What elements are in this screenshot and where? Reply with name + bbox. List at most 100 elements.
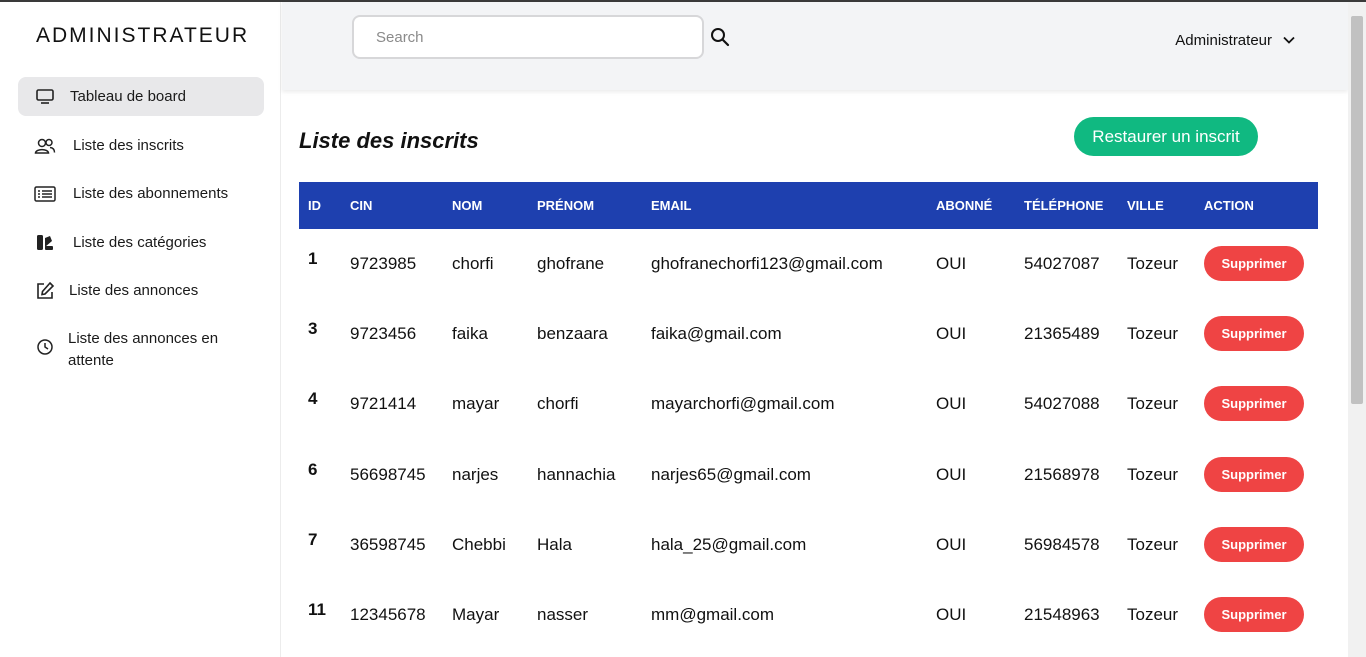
column-header-ville: VILLE	[1127, 198, 1164, 213]
cell-prenom: chorfi	[537, 394, 579, 414]
cell-ville: Tozeur	[1127, 464, 1179, 484]
cell-id: 4	[308, 389, 318, 409]
cell-telephone: 21568978	[1024, 464, 1100, 484]
cell-abonne: OUI	[936, 604, 967, 624]
cell-id: 1	[308, 249, 318, 268]
cell-cin: 9723456	[350, 324, 417, 344]
sidebar-item-inscrits[interactable]: Liste des inscrits	[18, 134, 264, 158]
search-input[interactable]	[352, 15, 704, 59]
categories-icon	[32, 232, 58, 254]
delete-button[interactable]: Supprimer	[1204, 596, 1304, 632]
cell-id: 3	[308, 319, 318, 339]
column-header-action: ACTION	[1204, 198, 1254, 213]
column-header-nom: NOM	[452, 198, 483, 213]
cell-cin: 9723985	[350, 254, 417, 273]
column-header-abonne: ABONNÉ	[936, 198, 993, 213]
cell-email: mm@gmail.com	[651, 604, 775, 624]
cell-abonne: OUI	[936, 254, 967, 273]
column-header-prenom: PRÉNOM	[537, 198, 595, 213]
cell-cin: 36598745	[350, 534, 426, 554]
sidebar-item-abonnements[interactable]: Liste des abonnements	[18, 182, 264, 206]
sidebar-item-categories[interactable]: Liste des catégories	[18, 231, 264, 255]
cell-email: faika@gmail.com	[651, 324, 782, 344]
cell-telephone: 54027088	[1024, 394, 1100, 414]
cell-telephone: 56984578	[1024, 534, 1100, 554]
delete-button[interactable]: Supprimer	[1204, 316, 1304, 352]
cell-nom: mayar	[452, 394, 500, 414]
table-row: 7 36598745 Chebbi Hala hala_25@gmail.com OUI 5…	[299, 510, 1318, 580]
cell-abonne: OUI	[936, 394, 967, 414]
sidebar-item-label: Liste des abonnements	[73, 185, 229, 202]
cell-email: mayarchorfi@gmail.com	[651, 394, 835, 414]
user-name: Administrateur	[1175, 32, 1272, 49]
cell-email: hala_25@gmail.com	[651, 534, 807, 554]
table-header: ID CIN NOM PRÉNOM EMAIL ABONNÉ TÉLÉPHONE…	[299, 182, 1318, 229]
cell-prenom: benzaara	[537, 324, 608, 344]
column-header-email: EMAIL	[651, 198, 692, 213]
scrollbar-thumb[interactable]	[1351, 16, 1363, 404]
list-card-icon	[32, 183, 58, 205]
cell-abonne: OUI	[936, 324, 967, 344]
cell-prenom: ghofrane	[537, 254, 605, 273]
top-header: Administrateur	[282, 2, 1348, 90]
cell-prenom: nasser	[537, 604, 589, 624]
sidebar: ADMINISTRATEUR Tableau de board Liste de…	[0, 2, 281, 657]
cell-email: ghofranechorfi123@gmail.com	[651, 254, 883, 273]
cell-id: 6	[308, 459, 318, 479]
cell-nom: narjes	[452, 464, 499, 484]
cell-telephone: 21548963	[1024, 604, 1100, 624]
sidebar-item-label: Liste des annonces en	[68, 330, 219, 347]
monitor-icon	[32, 86, 58, 108]
table-row: 6 56698745 narjes hannachia narjes65@gmail.c…	[299, 440, 1318, 510]
column-header-cin: CIN	[350, 198, 373, 213]
restore-inscrit-button[interactable]: Restaurer un inscrit	[1074, 117, 1258, 156]
edit-icon	[32, 280, 58, 302]
search-icon[interactable]	[710, 27, 732, 49]
sidebar-item-annonces[interactable]: Liste des annonces	[18, 279, 264, 303]
cell-email: narjes65@gmail.com	[651, 464, 811, 484]
cell-nom: chorfi	[452, 254, 494, 273]
delete-button[interactable]: Supprimer	[1204, 526, 1304, 562]
cell-nom: Chebbi	[452, 534, 506, 554]
brand-title: ADMINISTRATEUR	[36, 24, 250, 47]
sidebar-item-label-line2: attente	[68, 352, 114, 369]
table-row: 1 9723985 chorfi ghofrane ghofranechorfi123@…	[299, 229, 1318, 299]
clock-icon	[32, 336, 58, 358]
cell-prenom: Hala	[537, 534, 572, 554]
chevron-down-icon	[1272, 32, 1296, 49]
cell-cin: 56698745	[350, 464, 426, 484]
cell-ville: Tozeur	[1127, 394, 1179, 414]
sidebar-item-label-wrap: Liste des annonces en attente	[68, 328, 218, 372]
cell-id: 7	[308, 529, 318, 549]
delete-button[interactable]: Supprimer	[1204, 456, 1304, 492]
cell-ville: Tozeur	[1127, 534, 1179, 554]
table-row: 3 9723456 faika benzaara faika@gmail.com OUI 2…	[299, 299, 1318, 369]
column-header-telephone: TÉLÉPHONE	[1024, 198, 1104, 213]
sidebar-item-dashboard[interactable]: Tableau de board	[18, 77, 264, 116]
cell-ville: Tozeur	[1127, 254, 1179, 273]
table-row: 4 9721414 mayar chorfi mayarchorfi@gmail.com…	[299, 369, 1318, 439]
cell-abonne: OUI	[936, 464, 967, 484]
delete-button[interactable]: Supprimer	[1204, 386, 1304, 422]
cell-telephone: 54027087	[1024, 254, 1100, 273]
cell-id: 11	[308, 599, 326, 619]
cell-abonne: OUI	[936, 534, 967, 554]
user-menu[interactable]: Administrateur	[1175, 32, 1296, 49]
cell-prenom: hannachia	[537, 464, 616, 484]
cell-cin: 9721414	[350, 394, 417, 414]
users-icon	[32, 135, 58, 157]
cell-cin: 12345678	[350, 604, 426, 624]
sidebar-item-label: Liste des annonces	[69, 282, 199, 299]
delete-button[interactable]: Supprimer	[1204, 246, 1304, 281]
table-row: 11 12345678 Mayar nasser mm@gmail.com OUI 2154…	[299, 580, 1318, 650]
cell-nom: Mayar	[452, 604, 500, 624]
sidebar-item-annonces-attente[interactable]: Liste des annonces en attente	[18, 328, 264, 374]
sidebar-item-label: Tableau de board	[70, 87, 186, 105]
sidebar-item-label: Liste des inscrits	[73, 137, 184, 154]
inscrits-table: ID CIN NOM PRÉNOM EMAIL ABONNÉ TÉLÉPHONE…	[299, 182, 1318, 650]
scrollbar[interactable]	[1348, 2, 1366, 657]
table-body: 1 9723985 chorfi ghofrane ghofranechorfi123@…	[299, 229, 1318, 650]
page-title: Liste des inscrits	[299, 128, 479, 153]
sidebar-item-label: Liste des catégories	[73, 234, 207, 251]
column-header-id: ID	[308, 198, 321, 213]
